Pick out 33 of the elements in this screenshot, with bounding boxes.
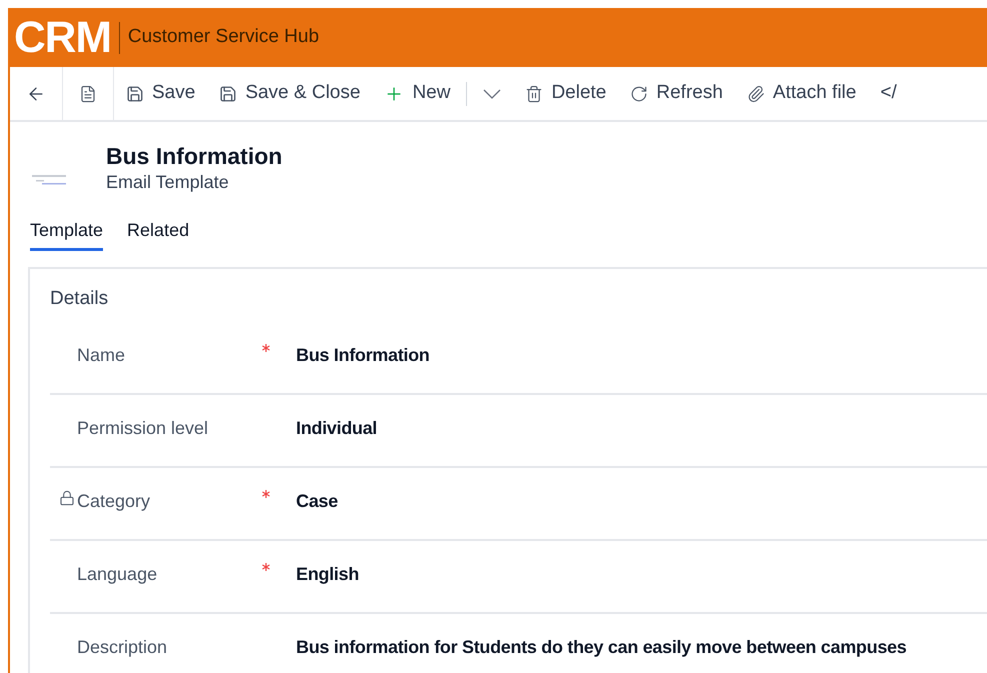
app-name: Customer Service Hub [128, 25, 320, 50]
delete-button[interactable]: Delete [513, 67, 618, 120]
save-button[interactable]: Save [114, 67, 208, 120]
refresh-icon [630, 84, 648, 102]
chevron-down-icon [483, 88, 502, 98]
field-value: Bus information for Students do they can easily move between campuses [296, 636, 906, 659]
field-label: Category [77, 490, 152, 513]
record-title: Bus Information [106, 142, 282, 171]
tab[interactable]: Template [30, 217, 104, 252]
required-icon [262, 562, 270, 571]
lock-icon [59, 490, 75, 506]
refresh-button[interactable]: Refresh [618, 67, 735, 120]
required-icon [262, 344, 270, 352]
paperclip-icon [746, 84, 765, 102]
tab[interactable]: Related [127, 217, 190, 252]
section-title: Details [50, 288, 108, 310]
attach-file-button[interactable]: Attach file [734, 67, 868, 120]
document-icon [79, 84, 97, 102]
code-button[interactable]: </ [868, 67, 909, 120]
field-label: Permission level [77, 416, 210, 440]
field-label: Language [77, 562, 158, 586]
trash-icon [525, 84, 544, 102]
new-button[interactable]: New [372, 67, 462, 120]
field-value: Individual [296, 416, 378, 440]
field-label: Description [77, 636, 168, 659]
field-label: Name [77, 344, 126, 367]
logo: CRM [13, 16, 111, 60]
record-type: Email Template [106, 170, 230, 194]
required-icon [262, 490, 270, 498]
save-and-close-button[interactable]: Save & Close [207, 67, 372, 120]
field-value: English [296, 562, 359, 586]
field-value: Case [296, 490, 338, 513]
field-value: Bus Information [296, 344, 430, 367]
